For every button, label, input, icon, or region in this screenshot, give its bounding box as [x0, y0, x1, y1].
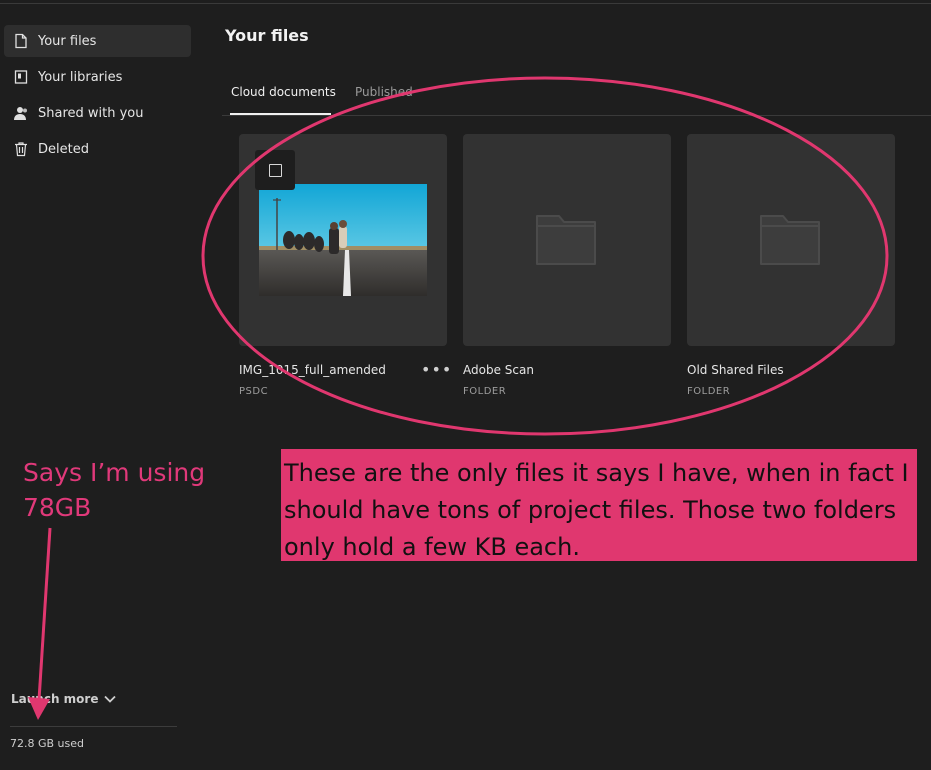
tab-published[interactable]: Published — [355, 85, 413, 99]
people-icon — [12, 104, 30, 122]
file-name[interactable]: Old Shared Files — [687, 363, 784, 377]
library-icon — [12, 68, 30, 86]
file-type: FOLDER — [687, 386, 731, 397]
storage-used: 72.8 GB used — [10, 737, 85, 750]
tabs-divider — [222, 115, 931, 116]
sidebar-item-your-files[interactable]: Your files — [4, 25, 191, 57]
launch-more-button[interactable]: Launch more — [11, 692, 117, 706]
folder-card[interactable] — [463, 134, 671, 346]
file-card[interactable] — [239, 134, 447, 346]
launch-more-label: Launch more — [11, 692, 99, 706]
sidebar-item-label: Your libraries — [38, 69, 123, 85]
sidebar-item-deleted[interactable]: Deleted — [4, 133, 191, 165]
chevron-down-icon — [104, 692, 117, 706]
folder-icon — [535, 212, 599, 272]
sidebar-item-shared-with-you[interactable]: Shared with you — [4, 97, 191, 129]
annotation-storage-note: Says I’m using 78GB — [23, 458, 206, 522]
sidebar-item-label: Your files — [38, 33, 97, 49]
checkbox-square-icon — [268, 163, 282, 177]
folder-icon — [759, 212, 823, 272]
select-checkbox[interactable] — [255, 150, 295, 190]
more-options-button[interactable]: ••• — [421, 360, 452, 379]
file-type: FOLDER — [463, 386, 507, 397]
sidebar-divider — [10, 726, 177, 727]
sidebar-item-label: Deleted — [38, 141, 89, 157]
folder-card[interactable] — [687, 134, 895, 346]
page-title: Your files — [225, 26, 309, 45]
file-type: PSDC — [239, 386, 269, 397]
file-name[interactable]: IMG_1015_full_amended — [239, 363, 386, 377]
sidebar: Your files Your libraries Shared with yo… — [0, 0, 200, 770]
tab-cloud-documents[interactable]: Cloud documents — [231, 85, 336, 99]
annotation-files-note: These are the only files it says I have,… — [281, 449, 917, 561]
trash-icon — [12, 140, 30, 158]
document-icon — [12, 32, 30, 50]
file-name[interactable]: Adobe Scan — [463, 363, 534, 377]
sidebar-item-label: Shared with you — [38, 105, 144, 121]
sidebar-item-your-libraries[interactable]: Your libraries — [4, 61, 191, 93]
file-thumbnail-image — [259, 184, 427, 296]
